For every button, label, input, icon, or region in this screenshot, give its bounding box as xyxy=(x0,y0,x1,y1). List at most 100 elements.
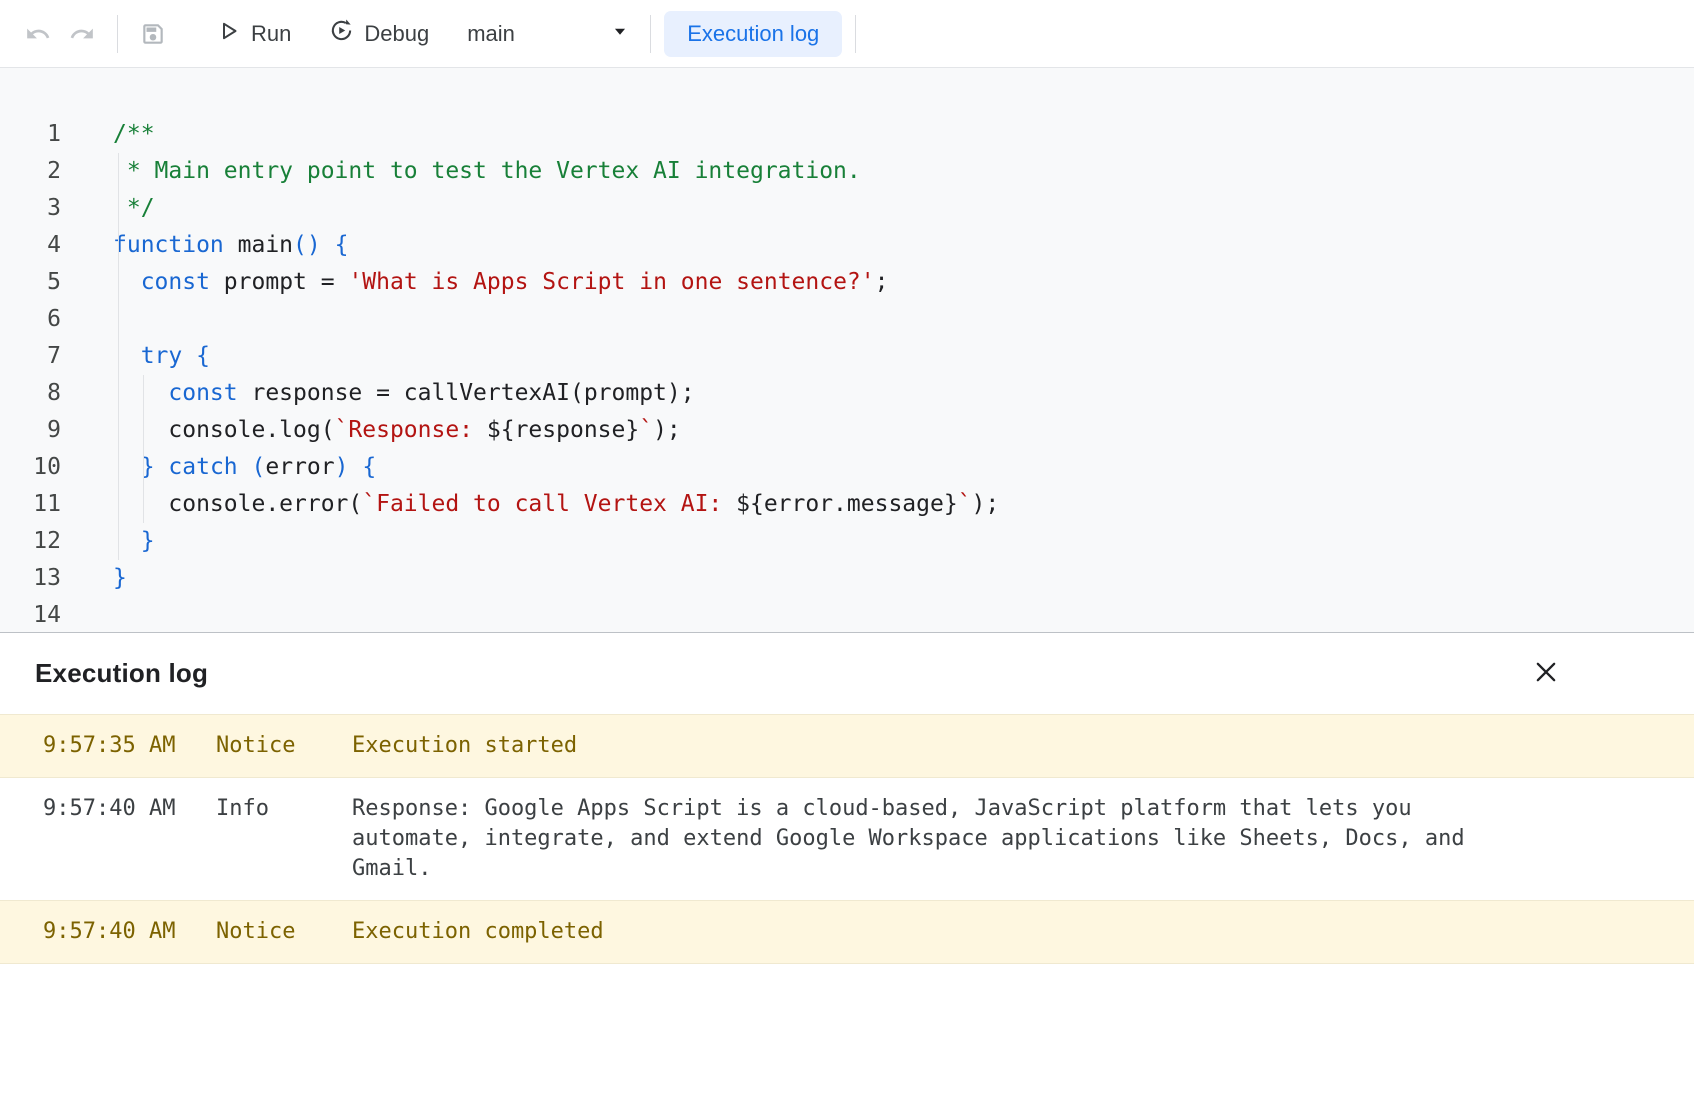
code-line: 13} xyxy=(0,560,1694,597)
log-level: Info xyxy=(216,794,352,884)
undo-icon xyxy=(25,21,51,47)
code-token xyxy=(155,454,169,480)
line-number[interactable]: 11 xyxy=(0,486,66,523)
code-token: main xyxy=(224,232,293,258)
code-token: response = callVertexAI(prompt); xyxy=(238,380,695,406)
indent-guide xyxy=(118,153,119,560)
line-content[interactable] xyxy=(66,301,1694,338)
debug-button[interactable]: Debug xyxy=(319,10,439,57)
code-token xyxy=(349,454,363,480)
line-number[interactable]: 3 xyxy=(0,190,66,227)
line-content[interactable]: } xyxy=(66,560,1694,597)
run-play-icon xyxy=(217,19,241,49)
line-number[interactable]: 6 xyxy=(0,301,66,338)
line-number[interactable]: 14 xyxy=(0,597,66,632)
line-number[interactable]: 9 xyxy=(0,412,66,449)
line-number[interactable]: 8 xyxy=(0,375,66,412)
code-line: 5 const prompt = 'What is Apps Script in… xyxy=(0,264,1694,301)
line-number[interactable]: 1 xyxy=(0,116,66,153)
dropdown-arrow-icon xyxy=(609,20,631,48)
undo-button[interactable] xyxy=(16,12,60,56)
line-content[interactable]: * Main entry point to test the Vertex AI… xyxy=(66,153,1694,190)
line-content[interactable]: console.log(`Response: ${response}`); xyxy=(66,412,1694,449)
code-line: 7 try { xyxy=(0,338,1694,375)
redo-button[interactable] xyxy=(60,12,104,56)
log-level: Notice xyxy=(216,731,352,761)
code-token: ` xyxy=(958,491,972,517)
log-row: 9:57:40 AMInfoResponse: Google Apps Scri… xyxy=(0,777,1694,900)
log-time: 9:57:40 AM xyxy=(43,794,216,884)
code-token: console.error( xyxy=(113,491,362,517)
toolbar-divider xyxy=(855,15,856,53)
line-content[interactable] xyxy=(66,597,1694,632)
line-content[interactable]: const prompt = 'What is Apps Script in o… xyxy=(66,264,1694,301)
code-token: { xyxy=(362,454,376,480)
debug-button-label: Debug xyxy=(364,21,429,47)
log-message: Execution started xyxy=(352,731,1492,761)
line-content[interactable]: } xyxy=(66,523,1694,560)
code-token: () xyxy=(293,232,321,258)
code-line: 1 /** xyxy=(0,116,1694,153)
line-number[interactable]: 10 xyxy=(0,449,66,486)
code-line: 8 const response = callVertexAI(prompt); xyxy=(0,375,1694,412)
run-button-label: Run xyxy=(251,21,291,47)
line-content[interactable]: const response = callVertexAI(prompt); xyxy=(66,375,1694,412)
code-token: `Failed to call Vertex AI: xyxy=(362,491,736,517)
code-token: catch xyxy=(168,454,237,480)
code-token xyxy=(238,454,252,480)
code-line: 9 console.log(`Response: ${response}`); xyxy=(0,412,1694,449)
line-number[interactable]: 2 xyxy=(0,153,66,190)
line-number[interactable]: 4 xyxy=(0,227,66,264)
execution-log-header: Execution log xyxy=(0,633,1694,714)
code-token: /** xyxy=(113,121,155,147)
execution-log-title: Execution log xyxy=(35,658,208,689)
code-token: console.log( xyxy=(113,417,335,443)
run-button[interactable]: Run xyxy=(207,11,301,57)
execution-log-button[interactable]: Execution log xyxy=(664,11,842,57)
code-line: 11 console.error(`Failed to call Vertex … xyxy=(0,486,1694,523)
toolbar-divider xyxy=(650,15,651,53)
line-number[interactable]: 7 xyxy=(0,338,66,375)
code-line: 12 } xyxy=(0,523,1694,560)
line-content[interactable]: } catch (error) { xyxy=(66,449,1694,486)
save-project-icon xyxy=(140,21,166,47)
line-content[interactable]: */ xyxy=(66,190,1694,227)
code-token: ); xyxy=(972,491,1000,517)
log-row: 9:57:35 AMNoticeExecution started xyxy=(0,714,1694,777)
log-time: 9:57:35 AM xyxy=(43,731,216,761)
log-row: 9:57:40 AMNoticeExecution completed xyxy=(0,900,1694,964)
code-token: */ xyxy=(113,195,155,221)
execution-log-panel: Execution log 9:57:35 AMNoticeExecution … xyxy=(0,632,1694,964)
indent-guide xyxy=(143,375,144,523)
code-token xyxy=(321,232,335,258)
log-message: Execution completed xyxy=(352,917,1492,947)
line-number[interactable]: 13 xyxy=(0,560,66,597)
close-log-button[interactable] xyxy=(1524,651,1568,695)
function-selector-value: main xyxy=(467,21,515,47)
line-content[interactable]: try { xyxy=(66,338,1694,375)
code-token: { xyxy=(196,343,210,369)
code-token: ${response} xyxy=(487,417,639,443)
apps-script-editor: Run Debug main Execution log 1/**2 * xyxy=(0,0,1694,1098)
redo-icon xyxy=(69,21,95,47)
line-number[interactable]: 5 xyxy=(0,264,66,301)
code-token: ${error.message} xyxy=(736,491,958,517)
code-token: function xyxy=(113,232,224,258)
code-token: error xyxy=(265,454,334,480)
code-line: 6 xyxy=(0,301,1694,338)
log-message: Response: Google Apps Script is a cloud-… xyxy=(352,794,1492,884)
function-selector-dropdown[interactable]: main xyxy=(461,12,637,56)
code-line: 14 xyxy=(0,597,1694,632)
save-project-button[interactable] xyxy=(131,12,175,56)
line-number[interactable]: 12 xyxy=(0,523,66,560)
log-time: 9:57:40 AM xyxy=(43,917,216,947)
log-rows: 9:57:35 AMNoticeExecution started9:57:40… xyxy=(0,714,1694,964)
debug-icon xyxy=(329,18,354,49)
code-line: 10 } catch (error) { xyxy=(0,449,1694,486)
line-content[interactable]: /** xyxy=(66,116,1694,153)
line-content[interactable]: console.error(`Failed to call Vertex AI:… xyxy=(66,486,1694,523)
line-content[interactable]: function main() { xyxy=(66,227,1694,264)
code-token: * Main entry point to test the Vertex AI… xyxy=(113,158,861,184)
code-editor[interactable]: 1 /** 2 * Main entry point to test the Ver… xyxy=(0,68,1694,632)
code-token: ` xyxy=(639,417,653,443)
